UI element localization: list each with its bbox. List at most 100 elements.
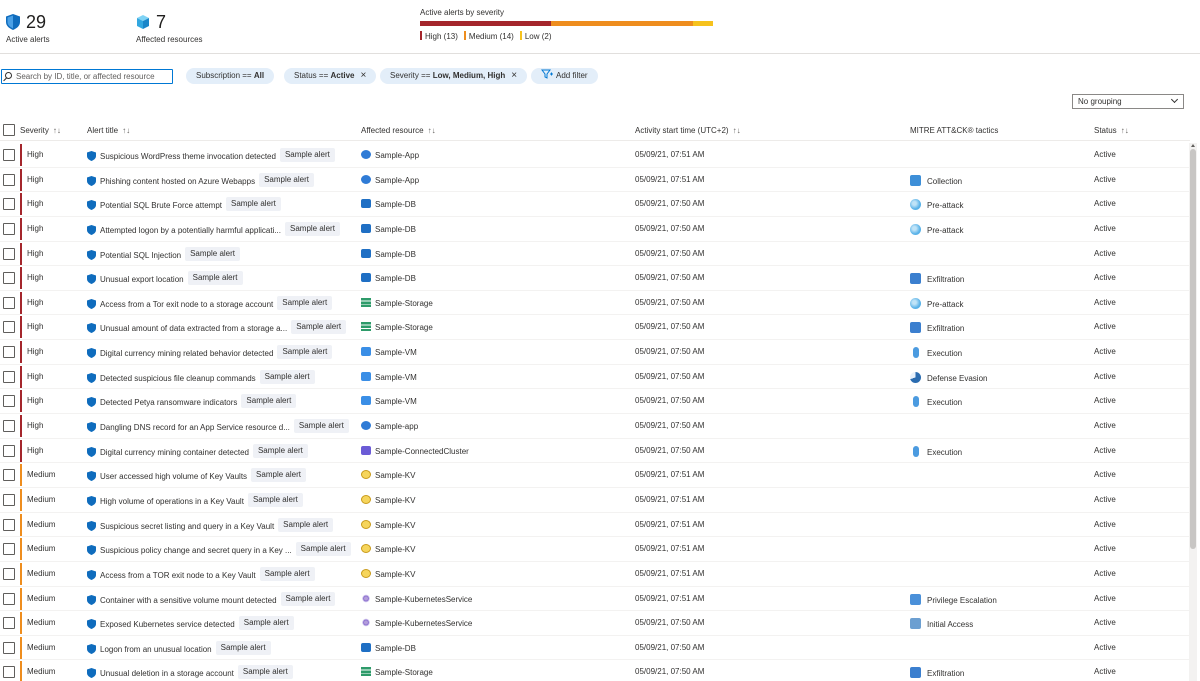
row-checkbox[interactable] [3, 296, 15, 309]
row-checkbox[interactable] [3, 617, 15, 630]
status-filter-pill[interactable]: Status == Active × [284, 68, 377, 84]
alert-title-cell[interactable]: Potential SQL Brute Force attempt Sample … [87, 197, 281, 213]
row-checkbox[interactable] [3, 420, 15, 433]
table-row[interactable]: High Detected suspicious file cleanup com… [0, 365, 1190, 390]
affected-resource-cell[interactable]: Sample-KubernetesService [361, 618, 472, 628]
grouping-dropdown[interactable]: No grouping [1072, 94, 1184, 109]
alert-title-cell[interactable]: Unusual deletion in a storage account Sam… [87, 665, 293, 681]
alert-title-cell[interactable]: Logon from an unusual location Sample ale… [87, 640, 271, 657]
alert-title-cell[interactable]: Digital currency mining container detect… [87, 443, 308, 460]
add-filter-button[interactable]: Add filter [531, 68, 598, 84]
row-checkbox[interactable] [3, 370, 15, 383]
table-row[interactable]: High Detected Petya ransomware indicators… [0, 389, 1190, 415]
table-row[interactable]: High Unusual export location Sample alert S… [0, 266, 1190, 291]
table-row[interactable]: Medium User accessed high volume of Key V… [0, 463, 1190, 488]
alert-title-cell[interactable]: Detected suspicious file cleanup command… [87, 369, 315, 386]
row-checkbox[interactable] [3, 543, 15, 556]
alert-title-cell[interactable]: Exposed Kubernetes service detected Sampl… [87, 616, 294, 632]
subscription-filter-pill[interactable]: Subscription == All [186, 68, 275, 84]
affected-resource-cell[interactable]: Sample-KV [361, 519, 415, 530]
affected-resource-cell[interactable]: Sample-Storage [361, 322, 433, 332]
affected-resource-cell[interactable]: Sample-KV [361, 544, 415, 554]
affected-resource-cell[interactable]: Sample-KV [361, 494, 415, 505]
column-activity-start-time[interactable]: Activity start time (UTC+2) ↑↓ [635, 126, 741, 135]
table-row[interactable]: High Phishing content hosted on Azure Web… [0, 168, 1190, 193]
alert-title-cell[interactable]: Attempted logon by a potentially harmful… [87, 221, 340, 238]
table-row[interactable]: Medium Logon from an unusual location Samp… [0, 636, 1190, 661]
alert-title-cell[interactable]: Unusual amount of data extracted from a … [87, 320, 347, 336]
affected-resource-cell[interactable]: Sample-DB [361, 248, 416, 259]
alert-title-cell[interactable]: Unusual export location Sample alert [87, 271, 243, 287]
close-icon[interactable]: × [360, 71, 366, 81]
alert-title-cell[interactable]: User accessed high volume of Key Vaults S… [87, 468, 306, 484]
table-row[interactable]: Medium Exposed Kubernetes service detecte… [0, 611, 1190, 636]
select-all-checkbox[interactable] [3, 124, 15, 136]
affected-resource-cell[interactable]: Sample-VM [361, 371, 417, 382]
affected-resource-cell[interactable]: Sample-app [361, 421, 418, 431]
table-row[interactable]: Medium Access from a TOR exit node to a K… [0, 562, 1190, 587]
scroll-up-icon[interactable] [1191, 144, 1195, 147]
affected-resource-cell[interactable]: Sample-Storage [361, 297, 433, 308]
affected-resource-cell[interactable]: Sample-ConnectedCluster [361, 445, 469, 456]
alert-title-cell[interactable]: Container with a sensitive volume mount … [87, 591, 336, 608]
severity-filter-pill[interactable]: Severity == Low, Medium, High × [380, 68, 528, 84]
table-row[interactable]: High Digital currency mining container de… [0, 439, 1190, 464]
alert-title-cell[interactable]: Detected Petya ransomware indicators Samp… [87, 394, 297, 410]
column-affected-resource[interactable]: Affected resource ↑↓ [361, 126, 436, 135]
row-checkbox[interactable] [3, 641, 15, 654]
affected-resource-cell[interactable]: Sample-KV [361, 568, 415, 579]
row-checkbox[interactable] [3, 222, 15, 235]
row-checkbox[interactable] [3, 247, 15, 260]
table-row[interactable]: Medium Suspicious secret listing and quer… [0, 513, 1190, 538]
row-checkbox[interactable] [3, 272, 15, 285]
row-checkbox[interactable] [3, 321, 15, 334]
table-row[interactable]: High Digital currency mining related beha… [0, 340, 1190, 365]
affected-resource-cell[interactable]: Sample-VM [361, 347, 417, 357]
row-checkbox[interactable] [3, 518, 15, 531]
table-row[interactable]: High Unusual amount of data extracted fro… [0, 315, 1190, 341]
table-row[interactable]: High Access from a Tor exit node to a sto… [0, 291, 1190, 316]
row-checkbox[interactable] [3, 346, 15, 359]
affected-resource-cell[interactable]: Sample-VM [361, 396, 417, 406]
table-row[interactable]: Medium Suspicious policy change and secre… [0, 537, 1190, 562]
alert-title-cell[interactable]: Potential SQL Injection Sample alert [87, 246, 241, 263]
alert-title-cell[interactable]: Access from a Tor exit node to a storage… [87, 295, 333, 312]
affected-resource-cell[interactable]: Sample-App [361, 174, 419, 185]
table-row[interactable]: Medium High volume of operations in a Key… [0, 488, 1190, 513]
affected-resource-cell[interactable]: Sample-KubernetesService [361, 593, 472, 604]
alert-title-cell[interactable]: High volume of operations in a Key Vault… [87, 492, 303, 509]
row-checkbox[interactable] [3, 198, 15, 211]
row-checkbox[interactable] [3, 592, 15, 605]
row-checkbox[interactable] [3, 567, 15, 580]
table-row[interactable]: High Potential SQL Brute Force attempt Sam… [0, 192, 1190, 217]
row-checkbox[interactable] [3, 149, 15, 161]
table-row[interactable]: High Suspicious WordPress theme invocatio… [0, 143, 1190, 168]
table-row[interactable]: Medium Container with a sensitive volume … [0, 587, 1190, 612]
column-alert-title[interactable]: Alert title ↑↓ [87, 126, 130, 135]
row-checkbox[interactable] [3, 666, 15, 679]
affected-resource-cell[interactable]: Sample-DB [361, 223, 416, 234]
row-checkbox[interactable] [3, 395, 15, 408]
vertical-scrollbar[interactable] [1189, 143, 1197, 681]
row-checkbox[interactable] [3, 173, 15, 186]
affected-resource-cell[interactable]: Sample-DB [361, 199, 416, 209]
row-checkbox[interactable] [3, 444, 15, 457]
column-status[interactable]: Status ↑↓ [1094, 126, 1129, 135]
column-severity[interactable]: Severity ↑↓ [20, 126, 61, 135]
scrollbar-thumb[interactable] [1190, 149, 1196, 549]
close-icon[interactable]: × [511, 71, 517, 81]
alert-title-cell[interactable]: Suspicious secret listing and query in a… [87, 517, 334, 534]
table-row[interactable]: High Dangling DNS record for an App Servi… [0, 414, 1190, 439]
table-row[interactable]: Medium Unusual deletion in a storage acco… [0, 660, 1190, 681]
table-row[interactable]: High Potential SQL Injection Sample alert S… [0, 242, 1190, 267]
row-checkbox[interactable] [3, 493, 15, 506]
table-row[interactable]: High Attempted logon by a potentially har… [0, 217, 1190, 242]
search-input[interactable]: Search by ID, title, or affected resourc… [1, 69, 173, 84]
alert-title-cell[interactable]: Access from a TOR exit node to a Key Vau… [87, 566, 315, 583]
alert-title-cell[interactable]: Digital currency mining related behavior… [87, 345, 333, 361]
affected-resource-cell[interactable]: Sample-DB [361, 642, 416, 653]
affected-resource-cell[interactable]: Sample-App [361, 150, 419, 160]
row-checkbox[interactable] [3, 469, 15, 482]
affected-resource-cell[interactable]: Sample-DB [361, 273, 416, 283]
alert-title-cell[interactable]: Dangling DNS record for an App Service r… [87, 419, 349, 435]
